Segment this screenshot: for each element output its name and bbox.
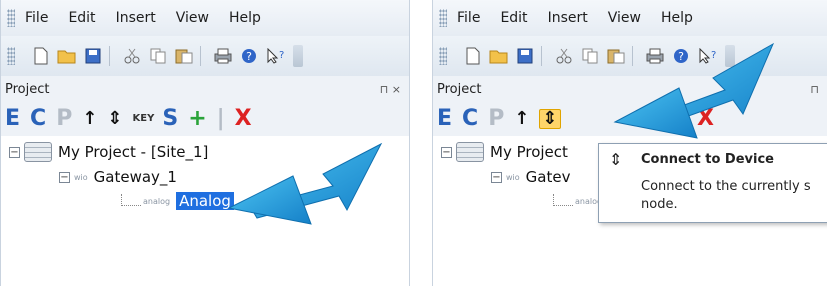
tree-node-project[interactable]: − My Project xyxy=(441,142,568,162)
connect-c-button[interactable]: C xyxy=(462,108,478,130)
project-pane-header: Project ⊓ × xyxy=(1,76,409,102)
pointer-arrow-graphic xyxy=(613,42,775,139)
collapse-icon[interactable]: − xyxy=(491,171,502,183)
database-icon xyxy=(456,142,484,162)
toolbar-overflow-icon[interactable] xyxy=(293,45,303,67)
connect-c-button[interactable]: C xyxy=(30,108,46,130)
edit-e-button[interactable]: E xyxy=(437,108,452,130)
new-file-icon[interactable] xyxy=(31,46,51,66)
tree-connector xyxy=(553,194,573,206)
edit-e-button[interactable]: E xyxy=(5,108,20,130)
menu-edit[interactable]: Edit xyxy=(68,10,95,26)
settings-s-button[interactable]: S xyxy=(162,108,178,130)
tree-node-label: My Project - [Site_1] xyxy=(58,143,209,161)
toolbar-separator xyxy=(109,46,110,66)
project-pane-title: Project xyxy=(437,81,482,97)
properties-p-button[interactable]: P xyxy=(56,108,72,130)
tree-node-gateway[interactable]: − wio Gatev xyxy=(491,168,570,186)
toolbar-grip xyxy=(439,47,447,65)
help-icon[interactable]: ? xyxy=(239,46,259,66)
wio-icon: wio xyxy=(506,172,520,182)
print-icon[interactable] xyxy=(213,46,233,66)
upload-arrow-icon[interactable]: ↑ xyxy=(514,110,529,128)
pointer-arrow-graphic xyxy=(227,142,383,225)
connect-to-device-icon[interactable]: ⇕ xyxy=(539,109,561,129)
analog-icon: analog xyxy=(143,196,171,206)
tooltip-title: Connect to Device xyxy=(641,152,774,167)
upload-arrow-icon[interactable]: ↑ xyxy=(82,110,97,128)
divider-icon: | xyxy=(216,106,225,131)
menu-insert[interactable]: Insert xyxy=(548,10,588,26)
save-icon[interactable] xyxy=(83,46,103,66)
left-screenshot-panel: File Edit Insert View Help ? ? Project ⊓… xyxy=(0,0,410,286)
menu-grip xyxy=(439,9,447,27)
collapse-icon[interactable]: − xyxy=(441,146,452,158)
main-toolbar: ? ? xyxy=(1,36,409,76)
key-button[interactable]: KEY xyxy=(133,114,155,124)
menu-view[interactable]: View xyxy=(176,10,209,26)
add-dropdown-icon[interactable]: + xyxy=(188,108,206,130)
menu-file[interactable]: File xyxy=(25,10,48,26)
tree-node-project[interactable]: − My Project - [Site_1] xyxy=(9,142,208,162)
new-file-icon[interactable] xyxy=(463,46,483,66)
menu-edit[interactable]: Edit xyxy=(500,10,527,26)
menu-grip xyxy=(7,9,15,27)
toolbar-grip xyxy=(7,47,15,65)
save-icon[interactable] xyxy=(515,46,535,66)
menu-help[interactable]: Help xyxy=(229,10,261,26)
menu-bar: File Edit Insert View Help xyxy=(433,0,827,36)
context-help-icon[interactable]: ? xyxy=(265,46,285,66)
tooltip-description: Connect to the currently s node. xyxy=(641,179,811,212)
open-folder-icon[interactable] xyxy=(489,46,509,66)
pin-icon[interactable]: ⊓ × xyxy=(380,83,401,96)
cut-icon[interactable] xyxy=(122,46,142,66)
collapse-icon[interactable]: − xyxy=(9,146,20,158)
connect-tooltip: ⇕ Connect to Device Connect to the curre… xyxy=(598,143,827,223)
database-icon xyxy=(24,142,52,162)
menu-bar: File Edit Insert View Help xyxy=(1,0,409,36)
wio-icon: wio xyxy=(74,172,88,182)
svg-text:?: ? xyxy=(279,50,284,61)
tree-node-label: My Project xyxy=(490,143,568,161)
toolbar-separator xyxy=(541,46,542,66)
tree-node-gateway[interactable]: − wio Gateway_1 xyxy=(59,168,177,186)
right-screenshot-panel: File Edit Insert View Help ? ? Project ⊓… xyxy=(432,0,827,286)
menu-view[interactable]: View xyxy=(608,10,641,26)
tree-connector xyxy=(121,194,141,206)
menu-help[interactable]: Help xyxy=(661,10,693,26)
toolbar-separator xyxy=(200,46,201,66)
tree-node-label: Gateway_1 xyxy=(93,168,177,186)
connect-to-device-icon: ⇕ xyxy=(609,150,623,169)
connect-to-device-icon[interactable]: ⇕ xyxy=(107,110,122,128)
paste-icon[interactable] xyxy=(174,46,194,66)
properties-p-button[interactable]: P xyxy=(488,108,504,130)
collapse-icon[interactable]: − xyxy=(59,171,70,183)
menu-insert[interactable]: Insert xyxy=(116,10,156,26)
svg-text:?: ? xyxy=(246,50,252,63)
tree-node-label: Gatev xyxy=(525,168,571,186)
delete-x-button[interactable]: X xyxy=(235,108,252,130)
open-folder-icon[interactable] xyxy=(57,46,77,66)
menu-file[interactable]: File xyxy=(457,10,480,26)
project-pane-title: Project xyxy=(5,81,50,97)
cut-icon[interactable] xyxy=(554,46,574,66)
pin-icon[interactable]: ⊓ xyxy=(810,83,819,96)
copy-icon[interactable] xyxy=(148,46,168,66)
